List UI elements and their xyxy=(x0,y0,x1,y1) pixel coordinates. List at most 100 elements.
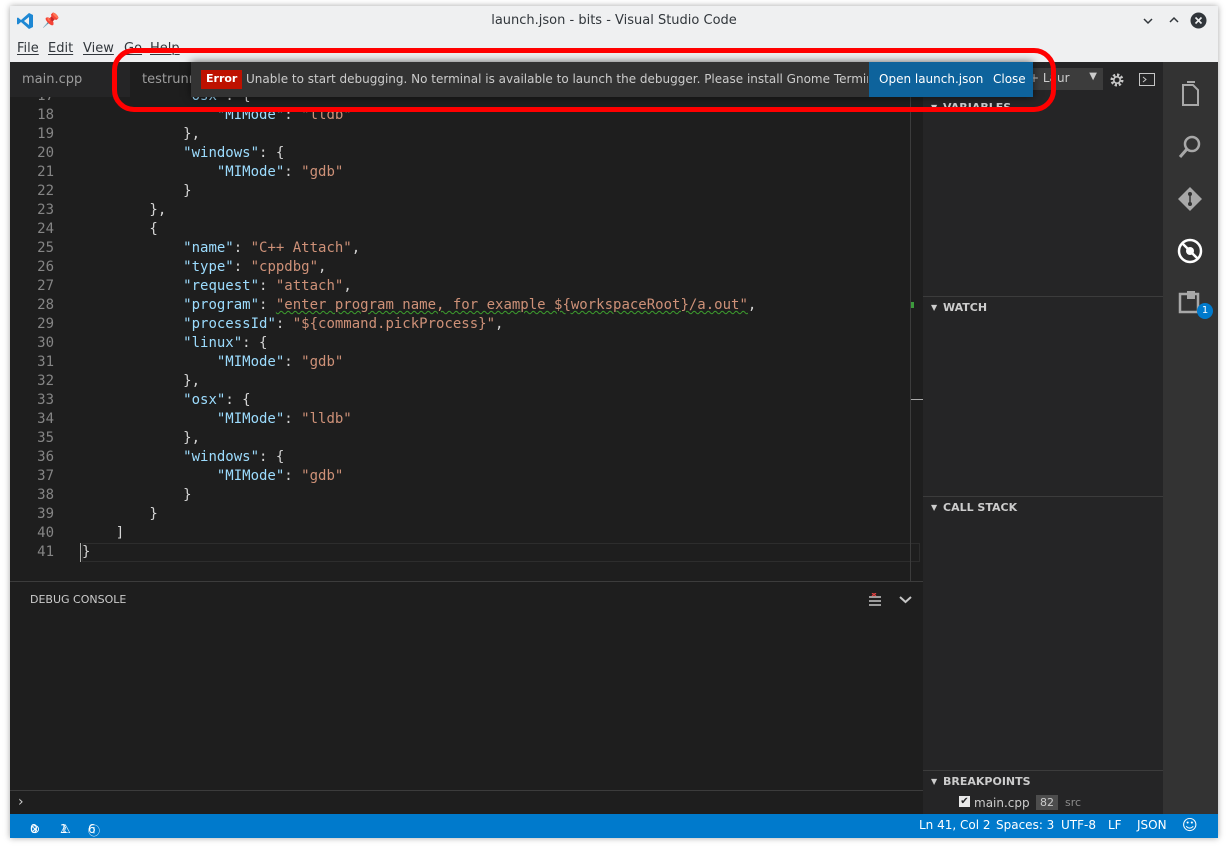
breakpoints-section-header[interactable]: ▼ BREAKPOINTS xyxy=(923,770,1163,792)
line-number: 39 xyxy=(37,506,54,522)
maximize-icon[interactable] xyxy=(1168,14,1180,26)
panel-title[interactable]: DEBUG CONSOLE xyxy=(30,593,126,606)
overview-ruler-mark xyxy=(911,302,914,308)
json-punctuation: : xyxy=(275,316,293,332)
line-number: 41 xyxy=(37,544,54,560)
git-icon[interactable] xyxy=(1175,184,1205,214)
code-line: 34 "MIMode": "lldb" xyxy=(10,410,910,429)
code-line: 35 }, xyxy=(10,429,910,448)
line-number: 17 xyxy=(10,97,54,106)
editor-scrollbar[interactable] xyxy=(910,97,923,581)
line-code: "processId": "${command.pickProcess}", xyxy=(82,315,503,334)
call-stack-section-body xyxy=(923,518,1163,770)
close-window-icon[interactable] xyxy=(1190,12,1207,29)
chevron-down-icon[interactable] xyxy=(1142,15,1154,27)
cursor-position[interactable]: Ln 41, Col 2 xyxy=(919,818,991,832)
code-line: 33 "osx": { xyxy=(10,391,910,410)
json-punctuation: }, xyxy=(82,126,201,142)
json-punctuation: : { xyxy=(225,392,251,408)
json-string: "${command.pickProcess}" xyxy=(292,316,496,332)
code-line: 25 "name": "C++ Attach", xyxy=(10,239,910,258)
clear-console-icon[interactable] xyxy=(868,593,882,607)
line-number: 25 xyxy=(37,240,54,256)
json-punctuation: , xyxy=(747,297,757,313)
json-punctuation: } xyxy=(82,487,192,503)
line-code: }, xyxy=(82,201,166,220)
json-key: "MIMode" xyxy=(216,164,285,180)
json-punctuation xyxy=(82,240,183,256)
debug-icon[interactable] xyxy=(1175,236,1205,266)
json-punctuation: , xyxy=(343,278,352,294)
line-code: { xyxy=(82,220,158,239)
line-number: 24 xyxy=(37,221,54,237)
search-icon[interactable] xyxy=(1175,132,1205,162)
line-code: "request": "attach", xyxy=(82,277,352,296)
debug-sidebar: ▼ VARIABLES ▼ WATCH ▼ CALL STACK ▼ BREAK… xyxy=(923,97,1163,814)
line-ending[interactable]: LF xyxy=(1108,818,1122,832)
json-key: "type" xyxy=(183,259,234,275)
code-line: 32 }, xyxy=(10,372,910,391)
line-number: 38 xyxy=(37,487,54,503)
line-number: 26 xyxy=(37,259,54,275)
json-punctuation xyxy=(82,449,183,465)
line-number: 37 xyxy=(37,468,54,484)
line-code: "type": "cppdbg", xyxy=(82,258,326,277)
line-code: "MIMode": "gdb" xyxy=(82,467,343,486)
menu-view[interactable]: View xyxy=(83,41,114,56)
line-number: 28 xyxy=(37,297,54,313)
menu-file[interactable]: File xyxy=(17,41,39,56)
code-editor[interactable]: 17 "osx": {18 "MIMode": "lldb"19 },20 "w… xyxy=(10,97,923,581)
line-code: "program": "enter program name, for exam… xyxy=(82,296,756,315)
breakpoint-line: 82 xyxy=(1036,795,1058,810)
code-line: 37 "MIMode": "gdb" xyxy=(10,467,910,486)
dropdown-arrow-icon: ▼ xyxy=(1089,71,1097,82)
json-punctuation: { xyxy=(82,221,158,237)
json-string: "gdb" xyxy=(301,164,344,180)
line-number: 34 xyxy=(37,411,54,427)
debug-console-icon[interactable] xyxy=(1139,73,1155,86)
chevron-down-icon: ▼ xyxy=(931,503,938,512)
line-number: 33 xyxy=(37,392,54,408)
chevron-down-icon[interactable] xyxy=(899,595,912,605)
json-punctuation: : xyxy=(284,468,302,484)
language-mode[interactable]: JSON xyxy=(1137,818,1167,832)
json-punctuation: : xyxy=(284,411,302,427)
watch-section-header[interactable]: ▼ WATCH xyxy=(923,296,1163,318)
info-count: 6 xyxy=(88,822,96,836)
json-key: "MIMode" xyxy=(216,468,285,484)
json-key: "windows" xyxy=(183,449,260,465)
indentation[interactable]: Spaces: 3 xyxy=(996,818,1054,832)
json-punctuation: , xyxy=(318,259,327,275)
menu-edit[interactable]: Edit xyxy=(48,41,73,56)
line-code: ] xyxy=(82,524,124,543)
json-string: "gdb" xyxy=(301,468,344,484)
code-line: 22 } xyxy=(10,182,910,201)
call-stack-section-header[interactable]: ▼ CALL STACK xyxy=(923,496,1163,518)
breakpoint-item[interactable]: ✔ main.cpp 82 src xyxy=(923,792,1163,814)
chevron-down-icon: ▼ xyxy=(931,303,938,312)
watch-section-body xyxy=(923,318,1163,496)
json-string: "C++ Attach" xyxy=(250,240,352,256)
code-line: 38 } xyxy=(10,486,910,505)
line-number: 40 xyxy=(37,525,54,541)
json-punctuation xyxy=(82,316,183,332)
code-line: 27 "request": "attach", xyxy=(10,277,910,296)
line-number: 32 xyxy=(37,373,54,389)
feedback-smiley-icon[interactable]: ☺ xyxy=(1182,816,1198,834)
json-punctuation: }, xyxy=(82,430,201,446)
line-number: 19 xyxy=(37,126,54,142)
console-input[interactable]: › xyxy=(10,790,923,815)
breakpoints-section-title: BREAKPOINTS xyxy=(943,775,1031,788)
extensions-badge: 1 xyxy=(1197,303,1213,319)
json-punctuation: : xyxy=(259,278,276,294)
debug-console-panel: DEBUG CONSOLE › xyxy=(10,581,923,815)
breakpoint-checkbox[interactable]: ✔ xyxy=(959,796,970,807)
json-punctuation: : xyxy=(259,297,276,313)
encoding[interactable]: UTF-8 xyxy=(1061,818,1096,832)
json-punctuation xyxy=(82,259,183,275)
line-code: "MIMode": "gdb" xyxy=(82,163,343,182)
json-key: "name" xyxy=(183,240,234,256)
json-punctuation xyxy=(82,392,183,408)
gear-icon[interactable] xyxy=(1109,72,1125,88)
explorer-icon[interactable] xyxy=(1175,80,1205,110)
